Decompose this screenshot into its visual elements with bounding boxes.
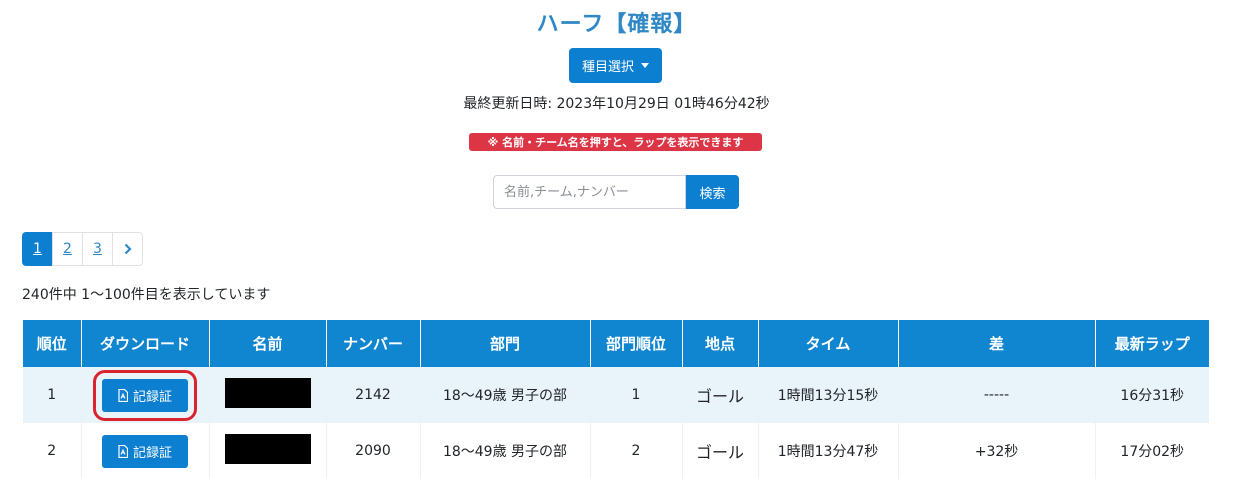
cell-point: ゴール [682, 423, 759, 479]
page-link-1[interactable]: 1 [22, 232, 53, 266]
caret-down-icon [641, 63, 649, 68]
page-title: ハーフ【確報】 [536, 12, 697, 37]
cell-point: ゴール [682, 367, 759, 423]
cell-division-rank: 2 [590, 423, 683, 479]
cell-latest-lap: 17分02秒 [1095, 423, 1209, 479]
table-row: 1 記録証 2142 18〜49歳 男子の部 1 ゴール 1時間13分15秒 -… [23, 367, 1209, 423]
cell-time: 1時間13分15秒 [758, 367, 899, 423]
event-select-dropdown[interactable]: 種目選択 [569, 48, 662, 83]
header-time: タイム [758, 320, 899, 367]
last-updated-text: 最終更新日時: 2023年10月29日 01時46分42秒 [463, 96, 770, 112]
header-download: ダウンロード [81, 320, 210, 367]
certificate-download-button[interactable]: 記録証 [102, 434, 188, 468]
cell-latest-lap: 16分31秒 [1095, 367, 1209, 423]
certificate-download-button[interactable]: 記録証 [93, 369, 197, 421]
table-header-row: 順位 ダウンロード 名前 ナンバー 部門 部門順位 地点 タイム 差 最新ラップ [23, 320, 1209, 367]
result-count-text: 240件中 1〜100件目を表示しています [22, 287, 271, 303]
cell-download: 記録証 [81, 423, 210, 479]
pdf-file-icon [118, 388, 128, 402]
header-latest-lap: 最新ラップ [1095, 320, 1209, 367]
redacted-name [224, 434, 311, 464]
redacted-name [224, 378, 311, 408]
header-rank: 順位 [23, 320, 82, 367]
pdf-file-icon [118, 444, 128, 458]
header-diff: 差 [898, 320, 1096, 367]
cell-rank: 1 [23, 367, 82, 423]
table-row: 2 記録証 2090 18〜49歳 男子の部 2 ゴール 1時間13分47秒 +… [23, 423, 1209, 479]
page-link-3[interactable]: 3 [82, 232, 113, 266]
cell-number: 2142 [326, 367, 421, 423]
lap-notice-badge: ※ 名前・チーム名を押すと、ラップを表示できます [469, 133, 762, 151]
cell-diff: ----- [898, 367, 1096, 423]
page-link-2[interactable]: 2 [52, 232, 83, 266]
header-name: 名前 [209, 320, 327, 367]
certificate-label: 記録証 [132, 445, 172, 461]
header-point: 地点 [682, 320, 759, 367]
header-division: 部門 [420, 320, 591, 367]
results-table: 順位 ダウンロード 名前 ナンバー 部門 部門順位 地点 タイム 差 最新ラップ… [23, 320, 1209, 479]
cell-download: 記録証 [81, 367, 210, 423]
search-input[interactable] [493, 175, 686, 209]
search-button[interactable]: 検索 [686, 175, 739, 209]
cell-name[interactable] [209, 423, 327, 479]
cell-time: 1時間13分47秒 [758, 423, 899, 479]
pagination: 1 2 3 [22, 232, 143, 266]
cell-name[interactable] [209, 367, 327, 423]
cell-diff: +32秒 [898, 423, 1096, 479]
cell-rank: 2 [23, 423, 82, 479]
cell-number: 2090 [326, 423, 421, 479]
cell-division: 18〜49歳 男子の部 [420, 367, 591, 423]
header-number: ナンバー [326, 320, 421, 367]
header-division-rank: 部門順位 [590, 320, 683, 367]
chevron-right-icon [124, 243, 132, 255]
certificate-label: 記録証 [132, 389, 172, 405]
next-page-link[interactable] [112, 232, 143, 266]
cell-division: 18〜49歳 男子の部 [420, 423, 591, 479]
event-select-label: 種目選択 [581, 60, 634, 75]
cell-division-rank: 1 [590, 367, 683, 423]
